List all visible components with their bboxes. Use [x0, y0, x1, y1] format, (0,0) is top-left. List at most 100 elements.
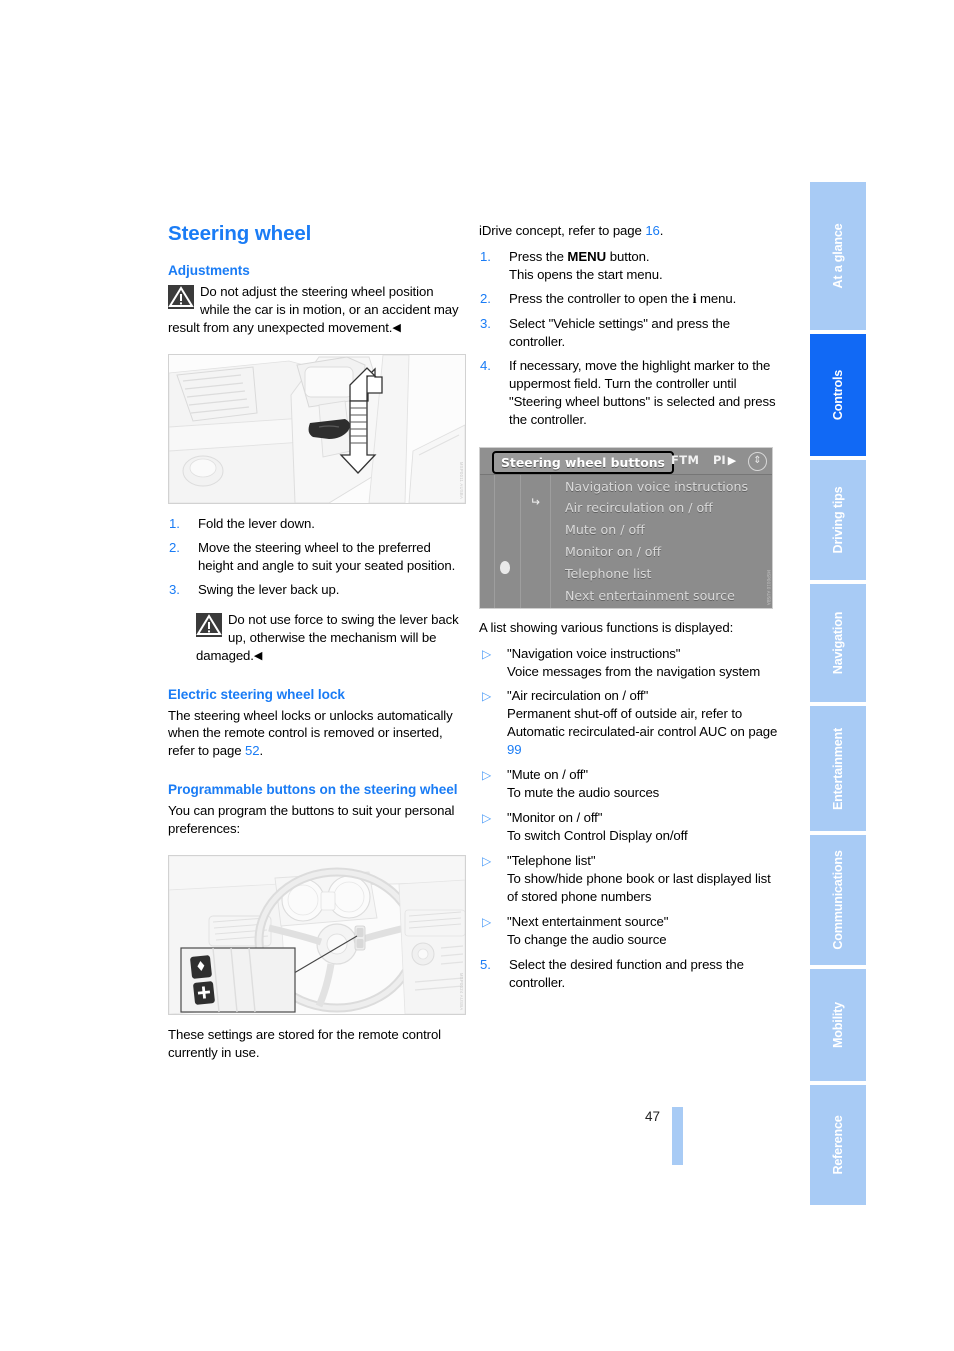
- step-number: 2.: [480, 290, 491, 306]
- section-heading-adjustments: Adjustments: [168, 263, 250, 278]
- function-title: "Telephone list": [507, 853, 596, 869]
- list-item: 5. Select the desired function and press…: [479, 956, 779, 992]
- function-title: "Mute on / off": [507, 767, 588, 783]
- list-item: ▷ "Air recirculation on / off" Permanent…: [479, 687, 779, 759]
- function-title: "Air recirculation on / off": [507, 688, 649, 704]
- idrive-rail-left: [494, 474, 495, 608]
- triangle-bullet-icon: ▷: [482, 768, 492, 783]
- idrive-selected-menu-title[interactable]: Steering wheel buttons: [492, 450, 674, 474]
- sidebar-tab-label: Reference: [831, 1115, 845, 1175]
- right-column: iDrive concept, refer to page 16. 1. Pre…: [479, 222, 779, 998]
- electric-lock-text-before: The steering wheel locks or unlocks auto…: [168, 707, 453, 759]
- figure-code: MSP0010 AUSBA: [766, 569, 771, 605]
- function-title: "Monitor on / off": [507, 810, 603, 826]
- step-number: 1.: [169, 515, 180, 531]
- list-item: 3. Select "Vehicle settings" and press t…: [479, 315, 779, 351]
- warning-note-adjustments: Do not adjust the steering wheel positio…: [168, 283, 466, 337]
- sidebar-tab-navigation[interactable]: Navigation: [810, 584, 866, 702]
- menu-button-label: MENU: [567, 248, 607, 264]
- function-desc: To change the audio source: [507, 931, 667, 947]
- sidebar-tab-controls[interactable]: Controls: [810, 334, 866, 456]
- warning-text: Do not use force to swing the lever back…: [196, 611, 459, 663]
- closing-text: These settings are stored for the remote…: [168, 1027, 442, 1061]
- warning-triangle-icon: [196, 612, 222, 637]
- play-icon: ▶: [727, 453, 737, 467]
- list-item: ▷ "Monitor on / off" To switch Control D…: [479, 809, 779, 845]
- sidebar-tab-label: Driving tips: [831, 486, 845, 554]
- step-number: 1.: [480, 248, 491, 264]
- step-number: 2.: [169, 539, 180, 555]
- page-reference-link[interactable]: 52: [245, 743, 260, 758]
- function-desc-before: Permanent shut-off of outside air, refer…: [507, 706, 778, 740]
- idrive-menu-item[interactable]: Air recirculation on / off: [565, 497, 770, 519]
- step-text: Fold the lever down.: [198, 515, 315, 531]
- sidebar-tab-reference[interactable]: Reference: [810, 1085, 866, 1205]
- section-heading-electric-lock: Electric steering wheel lock: [168, 686, 345, 702]
- adjustment-steps-list: 1. Fold the lever down. 2. Move the stee…: [168, 515, 466, 599]
- sidebar-tab-label: Mobility: [831, 1002, 845, 1048]
- manual-page: Steering wheel Adjustments Do not adjust…: [0, 0, 954, 1351]
- idrive-header-bar: Steering wheel buttons FTM PI ▶ ⇕: [480, 447, 772, 475]
- sidebar-tab-entertainment[interactable]: Entertainment: [810, 706, 866, 831]
- folio-accent-bar: [672, 1107, 683, 1165]
- step-text: Swing the lever back up.: [198, 581, 340, 597]
- step-number: 4.: [480, 357, 491, 373]
- sidebar-tab-driving-tips[interactable]: Driving tips: [810, 460, 866, 580]
- note-end-marker: ◀: [392, 321, 401, 334]
- list-item: ▷ "Navigation voice instructions" Voice …: [479, 645, 779, 681]
- triangle-bullet-icon: ▷: [482, 854, 492, 869]
- list-item: 3. Swing the lever back up.: [168, 581, 466, 599]
- warning-triangle-icon: [168, 284, 194, 309]
- idrive-intro: iDrive concept, refer to page 16.: [479, 222, 779, 240]
- sidebar-tab-mobility[interactable]: Mobility: [810, 969, 866, 1081]
- list-item: ▷ "Telephone list" To show/hide phone bo…: [479, 852, 779, 906]
- idrive-rail-mid: [520, 474, 521, 608]
- list-item: ▷ "Mute on / off" To mute the audio sour…: [479, 766, 779, 802]
- return-arrow-icon: ↵: [530, 494, 541, 509]
- step-number: 5.: [480, 956, 491, 972]
- idrive-menu-item[interactable]: Monitor on / off: [565, 541, 770, 563]
- note-end-marker: ◀: [253, 649, 263, 662]
- steering-wheel-buttons-illustration: MSP0024 AUSBA: [168, 855, 466, 1016]
- triangle-bullet-icon: ▷: [482, 689, 492, 704]
- step-text-second-line: This opens the start menu.: [509, 266, 663, 282]
- electric-lock-text: The steering wheel locks or unlocks auto…: [168, 707, 466, 761]
- list-item: 4. If necessary, move the highlight mark…: [479, 357, 779, 429]
- page-number: 47: [645, 1109, 661, 1124]
- idrive-menu-list: Navigation voice instructions Air recirc…: [565, 476, 770, 607]
- idrive-menu-item[interactable]: Next entertainment source: [565, 585, 770, 607]
- final-step-list: 5. Select the desired function and press…: [479, 956, 779, 992]
- sidebar-tab-label: At a glance: [831, 223, 845, 289]
- idrive-status-ftm: FTM: [671, 452, 700, 467]
- step-number: 3.: [480, 315, 491, 331]
- page-reference-link[interactable]: 16: [645, 223, 660, 238]
- sidebar-tab-label: Communications: [831, 850, 845, 950]
- figure-code: MSP0024 AUSBA: [459, 972, 464, 1011]
- triangle-bullet-icon: ▷: [482, 914, 492, 929]
- electric-lock-text-after: .: [259, 743, 264, 759]
- sidebar-tab-communications[interactable]: Communications: [810, 835, 866, 965]
- idrive-intro-after: .: [659, 223, 664, 238]
- section-heading-programmable: Programmable buttons on the steering whe…: [168, 782, 458, 798]
- functions-list: ▷ "Navigation voice instructions" Voice …: [479, 645, 779, 949]
- idrive-menu-item[interactable]: Navigation voice instructions: [565, 476, 770, 498]
- function-title: "Navigation voice instructions": [507, 645, 681, 661]
- idrive-menu-item[interactable]: Telephone list: [565, 563, 770, 585]
- step-text: Move the steering wheel to the preferred…: [198, 539, 456, 573]
- function-desc: Voice messages from the navigation syste…: [507, 663, 761, 679]
- sidebar-tab-at-a-glance[interactable]: At a glance: [810, 182, 866, 330]
- idrive-menu-item[interactable]: Mute on / off: [565, 519, 770, 541]
- step-text-post: menu.: [696, 290, 737, 306]
- step-text-pre: Press the: [509, 248, 568, 264]
- page-reference-link[interactable]: 99: [507, 742, 522, 757]
- function-desc: To switch Control Display on/off: [507, 828, 688, 844]
- warning-note-lever: Do not use force to swing the lever back…: [196, 611, 466, 665]
- idrive-status-pi: PI ▶: [713, 453, 736, 467]
- sidebar-tab-label: Entertainment: [831, 727, 845, 810]
- programmable-intro: You can program the buttons to suit your…: [168, 803, 455, 837]
- step-text: If necessary, move the highlight marker …: [509, 357, 776, 427]
- left-column: Steering wheel Adjustments Do not adjust…: [168, 222, 466, 1062]
- figure-code: MSP0011 AUSBA: [459, 461, 464, 499]
- info-updown-icon: ⇕: [748, 451, 767, 471]
- list-item: 2. Move the steering wheel to the prefer…: [168, 539, 466, 575]
